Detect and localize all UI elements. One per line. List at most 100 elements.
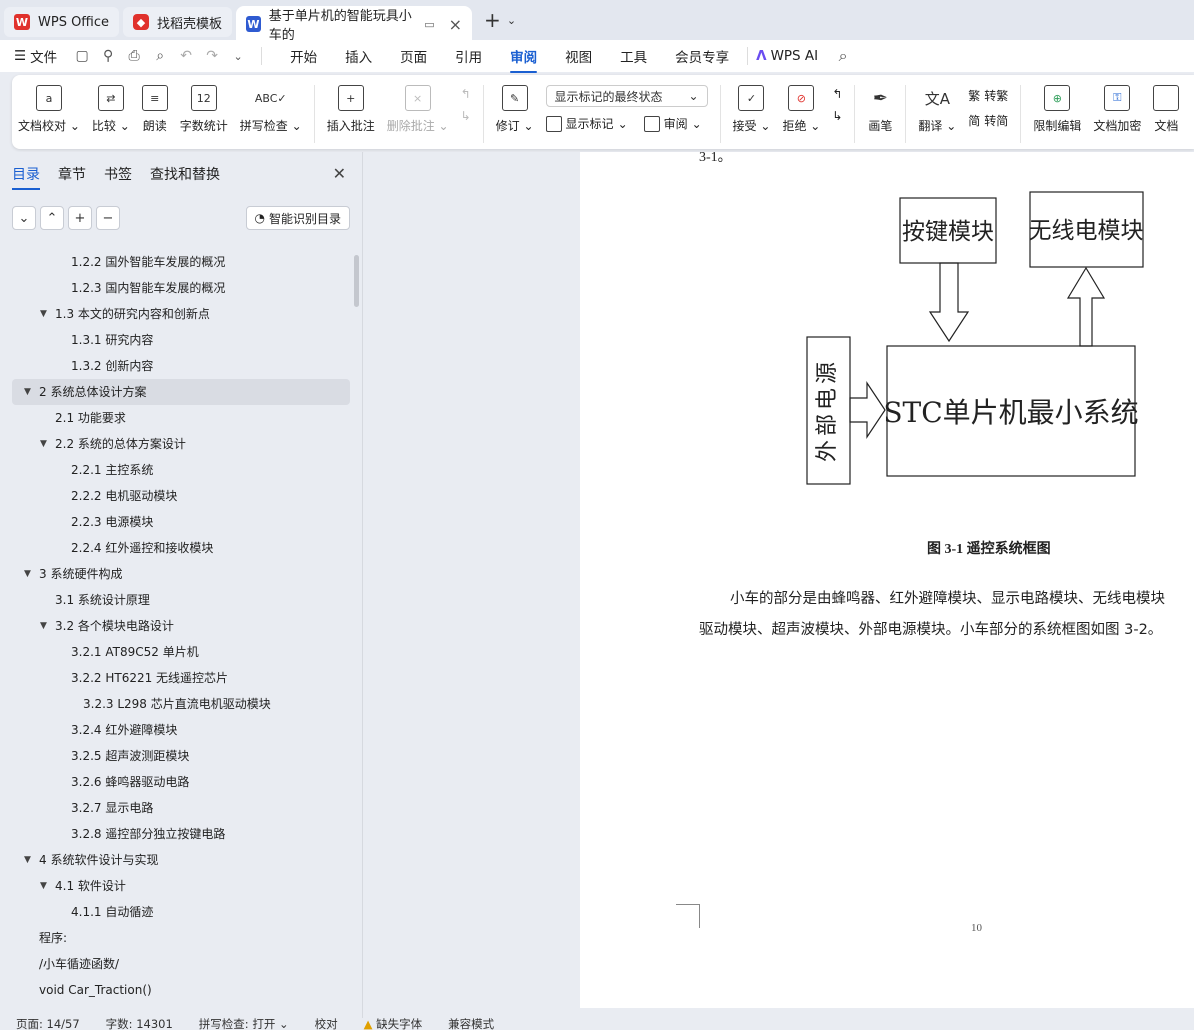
toc-item[interactable]: ▼ 3 系统硬件构成	[12, 561, 350, 587]
toc-item[interactable]: void Car_Traction()	[12, 977, 350, 1003]
to-traditional-button[interactable]: 繁转繁	[968, 87, 1008, 104]
tab-reference[interactable]: 引用	[455, 46, 482, 66]
pane-tab-chapters[interactable]: 章节	[58, 164, 86, 184]
toc-item[interactable]: 3.2.5 超声波测距模块	[12, 743, 350, 769]
toc-item[interactable]: /小车循迹函数/	[12, 951, 350, 977]
translate-button[interactable]: 文A 翻译 ⌄	[912, 85, 962, 134]
chevron-down-icon[interactable]: ⌄	[507, 14, 516, 27]
insert-comment-button[interactable]: + 插入批注	[321, 85, 381, 134]
undo-icon[interactable]: ↶	[177, 47, 195, 65]
expand-triangle-icon[interactable]: ▼	[40, 301, 47, 327]
toc-item[interactable]: 2.2.2 电机驱动模块	[12, 483, 350, 509]
accept-button[interactable]: ✓ 接受 ⌄	[727, 85, 777, 134]
toc-item[interactable]: 3.1 系统设计原理	[12, 587, 350, 613]
redo-icon[interactable]: ↷	[203, 47, 221, 65]
reject-button[interactable]: ⊘ 拒绝 ⌄	[776, 85, 826, 134]
tab-wps-office[interactable]: W WPS Office	[4, 7, 120, 37]
spell-check-button[interactable]: ABC✓ 拼写检查 ⌄	[234, 85, 308, 134]
tab-member[interactable]: 会员专享	[675, 46, 729, 66]
tab-page[interactable]: 页面	[400, 46, 427, 66]
word-count-button[interactable]: 12 字数统计	[174, 85, 234, 134]
tab-review[interactable]: 审阅	[510, 46, 538, 73]
tab-view[interactable]: 视图	[565, 46, 592, 66]
close-icon[interactable]: ×	[449, 15, 462, 34]
previous-change-icon[interactable]: ↰	[832, 87, 842, 101]
to-simplified-button[interactable]: 简转简	[968, 112, 1008, 129]
expand-triangle-icon[interactable]: ▼	[24, 847, 31, 873]
expand-triangle-icon[interactable]: ▼	[40, 873, 47, 899]
wps-ai-button[interactable]: Ʌ WPS AI	[756, 48, 818, 64]
expand-triangle-icon[interactable]: ▼	[24, 379, 31, 405]
toc-item[interactable]: 1.2.3 国内智能车发展的概况	[12, 275, 350, 301]
print-icon[interactable]: ⎙	[125, 47, 143, 65]
pane-tab-bookmarks[interactable]: 书签	[104, 164, 132, 184]
toc-item[interactable]: 1.2.2 国外智能车发展的概况	[12, 249, 350, 275]
spell-check-status[interactable]: 拼写检查: 打开 ⌄	[199, 1018, 289, 1030]
toc-item[interactable]: 2.2.3 电源模块	[12, 509, 350, 535]
toc-item[interactable]: 1.3.1 研究内容	[12, 327, 350, 353]
collapse-up-button[interactable]: ⌃	[40, 206, 64, 230]
show-markup-button[interactable]: 显示标记 ⌄	[545, 115, 628, 132]
expand-triangle-icon[interactable]: ▼	[40, 613, 47, 639]
tab-docer-templates[interactable]: ◆ 找稻壳模板	[123, 7, 233, 37]
toc-item[interactable]: ▼ 2 系统总体设计方案	[12, 379, 350, 405]
toc-item[interactable]: 3.2.3 L298 芯片直流电机驱动模块	[12, 691, 350, 717]
pane-tab-find-replace[interactable]: 查找和替换	[150, 164, 220, 184]
word-count-status[interactable]: 字数: 14301	[106, 1018, 173, 1030]
page-indicator[interactable]: 页面: 14/57	[16, 1018, 80, 1030]
doc-check-button[interactable]: a 文档校对 ⌄	[12, 85, 86, 134]
toc-item[interactable]: 2.2.4 红外遥控和接收模块	[12, 535, 350, 561]
pane-tab-toc[interactable]: 目录	[12, 164, 40, 190]
toc-item[interactable]: 3.2.2 HT6221 无线遥控芯片	[12, 665, 350, 691]
print-preview-icon[interactable]: ⌕	[151, 47, 169, 65]
next-comment-icon[interactable]: ↳	[461, 109, 471, 123]
save-icon[interactable]: ▢	[73, 47, 91, 65]
toc-item[interactable]: 3.2.8 遥控部分独立按键电路	[12, 821, 350, 847]
encrypt-button[interactable]: ⚿ 文档加密	[1087, 85, 1147, 134]
toc-scrollbar[interactable]	[354, 255, 359, 307]
toc-item[interactable]: 1.3.2 创新内容	[12, 353, 350, 379]
next-change-icon[interactable]: ↳	[832, 109, 842, 123]
doc-more-button[interactable]: 文档	[1147, 85, 1185, 134]
restrict-edit-button[interactable]: ⊕ 限制编辑	[1027, 85, 1087, 134]
toc-item[interactable]: 4.1.1 自动循迹	[12, 899, 350, 925]
tab-insert[interactable]: 插入	[345, 46, 372, 66]
markup-state-select[interactable]: 显示标记的最终状态 ⌄	[545, 85, 708, 107]
review-pane-button[interactable]: 审阅 ⌄	[643, 115, 702, 132]
toc-item[interactable]: 程序:	[12, 925, 350, 951]
toc-item[interactable]: 2.1 功能要求	[12, 405, 350, 431]
smart-toc-button[interactable]: ◔ 智能识别目录	[245, 206, 350, 230]
close-icon[interactable]: ✕	[333, 164, 346, 183]
pen-button[interactable]: ✒ 画笔	[861, 85, 899, 134]
add-heading-button[interactable]: +	[68, 206, 92, 230]
chevron-down-icon[interactable]: ⌄	[229, 47, 247, 65]
toc-item[interactable]: 3.2.6 蜂鸣器驱动电路	[12, 769, 350, 795]
delete-comment-button[interactable]: × 删除批注 ⌄	[381, 85, 455, 134]
compare-button[interactable]: ⇄ 比较 ⌄	[86, 85, 136, 134]
toc-item[interactable]: ▼ 4.1 软件设计	[12, 873, 350, 899]
expand-triangle-icon[interactable]: ▼	[40, 431, 47, 457]
expand-triangle-icon[interactable]: ▼	[24, 561, 31, 587]
toc-item[interactable]: 2.2.1 主控系统	[12, 457, 350, 483]
toc-item[interactable]: 3.2.4 红外避障模块	[12, 717, 350, 743]
read-aloud-button[interactable]: ≡ 朗读	[136, 85, 174, 134]
toc-item[interactable]: 3.2.7 显示电路	[12, 795, 350, 821]
toc-item[interactable]: 3.2.1 AT89C52 单片机	[12, 639, 350, 665]
export-icon[interactable]: ⚲	[99, 47, 117, 65]
toc-item[interactable]: ▼ 1.3 本文的研究内容和创新点	[12, 301, 350, 327]
remove-heading-button[interactable]: −	[96, 206, 120, 230]
previous-comment-icon[interactable]: ↰	[461, 87, 471, 101]
search-icon[interactable]: ⌕	[834, 46, 852, 65]
missing-font-status[interactable]: ▲ 缺失字体	[364, 1018, 423, 1030]
toc-item[interactable]: ▼ 2.2 系统的总体方案设计	[12, 431, 350, 457]
new-tab-button[interactable]: +	[484, 8, 501, 32]
file-menu[interactable]: ☰ 文件	[14, 46, 57, 66]
tab-start[interactable]: 开始	[290, 46, 317, 66]
tab-tools[interactable]: 工具	[620, 46, 647, 66]
revise-button[interactable]: ✎ 修订 ⌄	[490, 85, 540, 134]
proof-status[interactable]: 校对	[315, 1018, 338, 1030]
tab-current-document[interactable]: W 基于单片机的智能玩具小车的 ▭ ×	[236, 6, 473, 43]
expand-down-button[interactable]: ⌄	[12, 206, 36, 230]
toc-item[interactable]: ▼ 3.2 各个模块电路设计	[12, 613, 350, 639]
toc-item[interactable]: ▼ 4 系统软件设计与实现	[12, 847, 350, 873]
